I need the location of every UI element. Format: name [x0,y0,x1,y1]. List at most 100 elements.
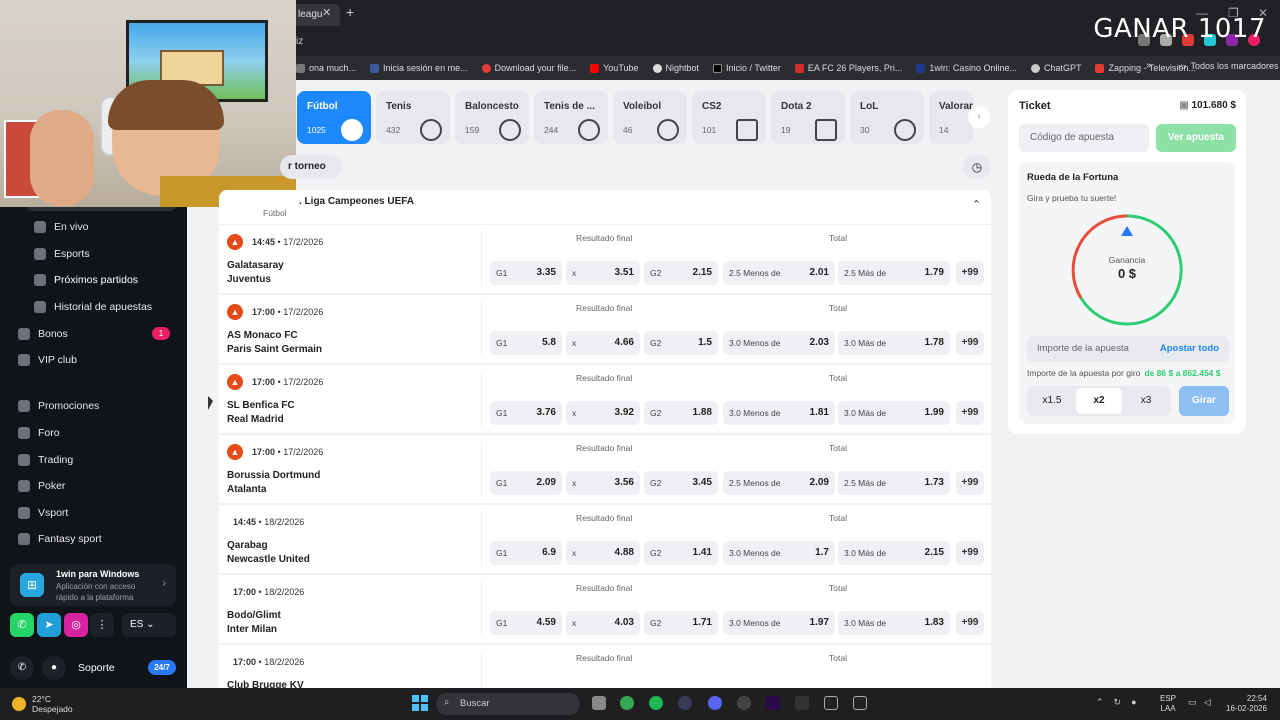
odd-draw[interactable]: x 3.51 [566,261,640,285]
odd-home[interactable]: G1 4.59 [490,611,562,635]
odd-away[interactable]: G2 1.71 [644,611,718,635]
odd-over[interactable]: 2.5 Más de 1.79 [838,261,950,285]
bookmark[interactable]: EA FC 26 Players, Pri... [794,63,902,73]
windows-start-icon[interactable] [412,695,428,711]
telegram-icon[interactable]: ➤ [37,613,61,637]
sidebar-item-bonus[interactable]: Bonos [18,328,68,340]
odd-under[interactable]: 3.0 Menos de 1.97 [723,611,835,635]
tab-basketball[interactable]: Baloncesto 159 [455,91,529,144]
spin-button[interactable]: Girar [1179,386,1229,416]
sidebar-item-poker[interactable]: Poker [18,480,65,492]
odd-over[interactable]: 2.5 Más de 1.73 [838,471,950,495]
tab-cs2[interactable]: CS2 101 [692,91,766,144]
odd-over[interactable]: 3.0 Más de 1.99 [838,401,950,425]
tab-close-icon[interactable]: ✕ [322,6,331,19]
tab-valorant[interactable]: Valoran 14 [929,91,973,144]
match-row[interactable]: ▲ 17:00 • 17/2/2026 SL Benfica FC Real Madr… [219,364,991,433]
app-icon[interactable] [678,696,692,710]
odd-draw[interactable]: x 3.56 [566,471,640,495]
input-language[interactable]: ESP LAA [1160,694,1176,714]
odd-away[interactable]: G2 1.88 [644,401,718,425]
system-tray[interactable]: ⌃ ↻ ● [1096,697,1137,708]
language-selector[interactable]: ES ⌄ [122,613,176,637]
odd-away[interactable]: G2 1.5 [644,331,718,355]
taskbar-search[interactable]: ⌕ Buscar [436,693,580,715]
whatsapp-icon[interactable]: ✆ [10,613,34,637]
bookmark[interactable]: ona much... [296,63,356,73]
more-markets-button[interactable]: +99 [956,541,984,565]
more-options-icon[interactable]: ⋮ [90,613,114,637]
weather-widget[interactable]: 22°C Despejado [12,694,73,714]
clock-icon[interactable]: ◷ [963,155,991,179]
chevron-up-icon[interactable]: ⌃ [972,198,981,211]
sidebar-item-upcoming[interactable]: Próximos partidos [34,274,138,286]
monitor-icon[interactable]: ▭ [1188,697,1197,708]
odd-over[interactable]: 3.0 Más de 2.15 [838,541,950,565]
instagram-icon[interactable]: ◎ [64,613,88,637]
match-row[interactable]: 17:00 • 18/2/2026 Bodo/Glimt Inter Milan Re… [219,574,991,643]
odd-under[interactable]: 3.0 Menos de 1.81 [723,401,835,425]
odd-draw[interactable]: x 4.88 [566,541,640,565]
odd-under[interactable]: 3.0 Menos de 2.03 [723,331,835,355]
file-explorer-icon[interactable] [592,696,606,710]
odd-draw[interactable]: x 3.92 [566,401,640,425]
odd-draw[interactable]: x 4.66 [566,331,640,355]
odd-over[interactable]: 3.0 Más de 1.78 [838,331,950,355]
league-header[interactable]: . Liga Campeones UEFA Fútbol ⌃ [219,190,991,224]
more-markets-button[interactable]: +99 [956,331,984,355]
odd-under[interactable]: 3.0 Menos de 1.7 [723,541,835,565]
multiplier-option[interactable]: x3 [1123,388,1169,414]
bookmark[interactable]: Inicia sesión en me... [370,63,468,73]
multiplier-option[interactable]: x1.5 [1029,388,1075,414]
tab-lol[interactable]: LoL 30 [850,91,924,144]
more-markets-button[interactable]: +99 [956,471,984,495]
match-row[interactable]: ▲ 17:00 • 17/2/2026 Borussia Dortmund Atala… [219,434,991,503]
bookmark[interactable]: YouTube [590,63,639,73]
tab-table-tennis[interactable]: Tenis de ... 244 [534,91,608,144]
odd-over[interactable]: 3.0 Más de 1.83 [838,611,950,635]
sidebar-item-esports[interactable]: Esports [34,248,90,260]
app-icon[interactable] [737,696,751,710]
more-markets-button[interactable]: +99 [956,611,984,635]
clock[interactable]: 22:54 16-02-2026 [1226,694,1267,714]
odd-under[interactable]: 2.5 Menos de 2.01 [723,261,835,285]
windows-app-card[interactable]: ⊞ 1win para Windows Aplicación con acces… [10,564,176,606]
more-bookmarks-icon[interactable]: » [1146,60,1152,71]
sidebar-item-history[interactable]: Historial de apuestas [34,301,152,313]
odd-away[interactable]: G2 3.45 [644,471,718,495]
match-row[interactable]: ▲ 14:45 • 17/2/2026 Galatasaray Juventus Res… [219,224,991,293]
odd-under[interactable]: 2.5 Menos de 2.09 [723,471,835,495]
chrome-icon[interactable] [620,696,634,710]
tab-volleyball[interactable]: Voleibol 46 [613,91,687,144]
sidebar-item-fantasy[interactable]: Fantasy sport [18,533,102,545]
support-row[interactable]: ✆ ● Soporte [10,656,115,680]
view-bet-button[interactable]: Ver apuesta [1156,124,1236,152]
bookmark[interactable]: Inicio / Twitter [713,63,781,73]
volume-icon[interactable]: ◁ [1204,697,1211,708]
sidebar-item-forum[interactable]: Foro [18,427,60,439]
sidebar-item-promotions[interactable]: Promociones [18,400,99,412]
tab-tennis[interactable]: Tenis 432 [376,91,450,144]
app-icon[interactable] [795,696,809,710]
bookmark[interactable]: ChatGPT [1030,63,1081,73]
app-icon[interactable] [853,696,867,710]
odd-away[interactable]: G2 1.41 [644,541,718,565]
new-tab-button[interactable]: + [346,4,354,20]
odd-home[interactable]: G1 5.8 [490,331,562,355]
sidebar-item-live[interactable]: En vivo [34,221,88,233]
address-bar[interactable]: iz [290,32,1090,52]
sidebar-item-vsport[interactable]: Vsport [18,507,68,519]
bookmark[interactable]: 1win: Casino Online... [916,63,1017,73]
chevron-right-icon[interactable]: › [968,106,990,128]
bet-all-button[interactable]: Apostar todo [1160,343,1219,354]
more-markets-button[interactable]: +99 [956,401,984,425]
discord-icon[interactable] [708,696,722,710]
tournament-filter-button[interactable]: r torneo [280,155,342,179]
match-row[interactable]: ▲ 17:00 • 17/2/2026 AS Monaco FC Paris Sain… [219,294,991,363]
odd-home[interactable]: G1 3.76 [490,401,562,425]
app-icon[interactable] [824,696,838,710]
odd-home[interactable]: G1 6.9 [490,541,562,565]
tab-football[interactable]: Fútbol 1025 [297,91,371,144]
all-bookmarks[interactable]: ▭ Todos los marcadores [1178,61,1279,72]
premiere-icon[interactable] [766,696,780,710]
